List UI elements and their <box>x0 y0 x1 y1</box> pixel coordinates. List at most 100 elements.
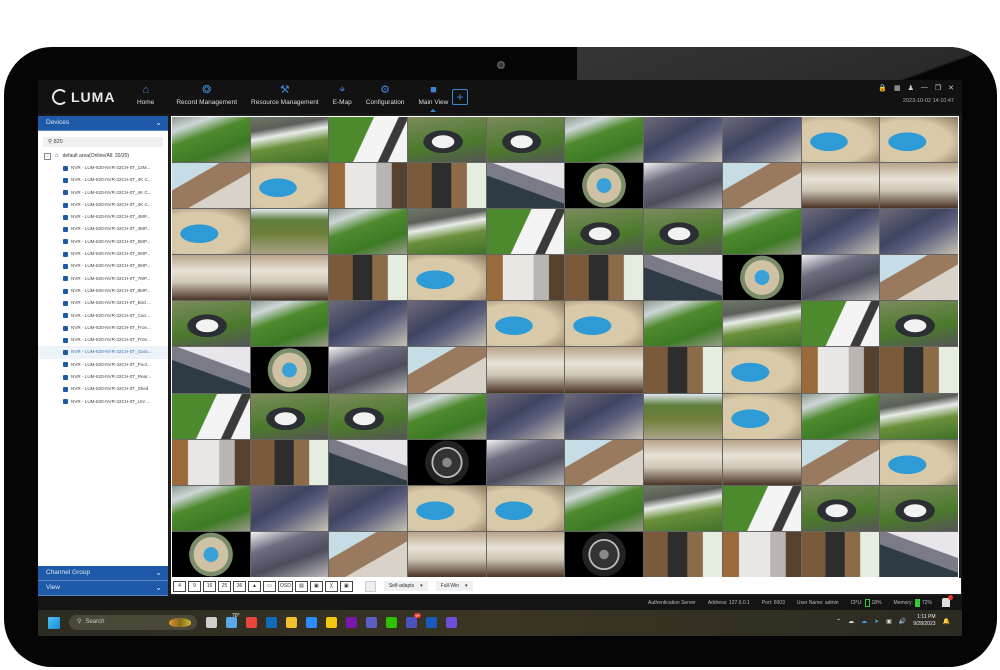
camera-tile-pool[interactable] <box>486 485 565 531</box>
camera-tile-lawn[interactable] <box>565 485 644 531</box>
camera-tile-cluttered[interactable] <box>486 439 565 485</box>
camera-tile-room[interactable] <box>880 163 958 209</box>
device-search-input[interactable]: ⚲ 820 <box>43 137 163 147</box>
fullscreen-icon[interactable]: ▭ <box>263 580 276 592</box>
volume-icon[interactable]: 🔊 <box>899 618 906 625</box>
collapse-toggle-icon[interactable]: − <box>44 153 51 160</box>
device-item[interactable]: NVR - LUM-820-NVR-32CH-0T_7MP... <box>38 273 168 285</box>
camera-tile-pool[interactable] <box>565 301 644 347</box>
tree-root-default-area[interactable]: − ⌂ default area(Online/All: 20/20) <box>38 151 168 162</box>
device-item[interactable]: NVR - LUM-820-NVR-32CH-0T_Unr ... <box>38 396 168 408</box>
device-item[interactable]: NVR - LUM-820-NVR-32CH-0T_4MP... <box>38 211 168 223</box>
camera-tile-lawn[interactable] <box>329 209 408 255</box>
camera-tile-shed[interactable] <box>722 531 801 577</box>
file-explorer-app-icon[interactable] <box>286 617 297 628</box>
device-item[interactable]: NVR - LUM-820-NVR-32CH-0T_Rear... <box>38 371 168 383</box>
camera-tile-patio[interactable] <box>329 485 408 531</box>
camera-tile-pool[interactable] <box>408 255 486 301</box>
camera-tile-pool[interactable] <box>408 485 486 531</box>
camera-tile-lawn[interactable] <box>250 301 329 347</box>
camera-tile-lawn[interactable] <box>722 209 801 255</box>
camera-tile-cluttered[interactable] <box>329 347 408 393</box>
nav-item-resource-management[interactable]: ⚒ Resource Management <box>247 84 323 106</box>
camera-tile-room[interactable] <box>486 347 565 393</box>
camera-tile-patio[interactable] <box>486 393 565 439</box>
wechat-app-icon[interactable] <box>386 617 397 628</box>
camera-tile-car[interactable] <box>880 485 958 531</box>
camera-tile-shed[interactable] <box>172 439 250 485</box>
chrome-app-icon[interactable] <box>246 617 257 628</box>
camera-tile-drive[interactable] <box>644 485 722 531</box>
camera-tile-car[interactable] <box>644 209 722 255</box>
camera-tile-fish[interactable] <box>250 347 329 393</box>
camera-tile-gate[interactable] <box>644 347 722 393</box>
camera-tile-room[interactable] <box>486 531 565 577</box>
notification-bell-icon[interactable]: 🔔 <box>943 618 950 625</box>
device-item[interactable]: NVR - LUM-820-NVR-32CH-0T_4MP... <box>38 223 168 235</box>
power-bi-app-icon[interactable] <box>326 617 337 628</box>
camera-tile-yard[interactable] <box>250 209 329 255</box>
osd-icon[interactable]: OSD <box>278 580 293 592</box>
aspect-select[interactable]: Self-adapts ▾ <box>383 581 428 591</box>
camera-tile-side[interactable] <box>801 301 880 347</box>
camera-tile-lawn[interactable] <box>172 485 250 531</box>
word-app-icon[interactable] <box>426 617 437 628</box>
camera-tile-lawn[interactable] <box>408 393 486 439</box>
camera-tile-car[interactable] <box>565 209 644 255</box>
device-item[interactable]: NVR - LUM-820-NVR-32CH-0T_Gara... <box>38 346 168 359</box>
camera-tile-side[interactable] <box>329 117 408 163</box>
restore-icon[interactable]: ❐ <box>935 84 941 92</box>
camera-tile-room[interactable] <box>644 439 722 485</box>
camera-tile-lawn[interactable] <box>644 301 722 347</box>
camera-tile-drive[interactable] <box>880 393 958 439</box>
camera-tile-umb[interactable] <box>644 255 722 301</box>
camera-tile-cluttered[interactable] <box>644 163 722 209</box>
camera-tile-car[interactable] <box>172 301 250 347</box>
camera-tile-gate[interactable] <box>329 255 408 301</box>
camera-tile-drive[interactable] <box>408 209 486 255</box>
camera-tile-patio[interactable] <box>880 209 958 255</box>
taskbar-clock[interactable]: 1:11 PM 9/28/2023 <box>913 614 935 628</box>
camera-tile-fish[interactable] <box>722 255 801 301</box>
device-item[interactable]: NVR - LUM-820-NVR-32CH-0T_Bird ... <box>38 297 168 309</box>
camera-tile-room[interactable] <box>172 255 250 301</box>
nav-item-main-view[interactable]: ■ Main View <box>414 84 452 112</box>
camera-tile-room[interactable] <box>565 347 644 393</box>
camera-tile-car[interactable] <box>329 393 408 439</box>
device-item[interactable]: NVR - LUM-820-NVR-32CH-0T_8MP... <box>38 285 168 297</box>
camera-tile-pool[interactable] <box>880 439 958 485</box>
device-item[interactable]: NVR - LUM-820-NVR-32CH-0T_Pool... <box>38 359 168 371</box>
device-item[interactable]: NVR - LUM-820-NVR-32CH-0T_12M... <box>38 162 168 174</box>
camera-tile-umb[interactable] <box>172 347 250 393</box>
layout-16-button[interactable]: 16 <box>203 580 216 592</box>
camera-tile-room[interactable] <box>408 531 486 577</box>
camera-tile-patio[interactable] <box>722 117 801 163</box>
camera-tile-pool[interactable] <box>801 117 880 163</box>
camera-tile-umb[interactable] <box>486 163 565 209</box>
alarm-bell-icon[interactable] <box>942 595 953 607</box>
device-item[interactable]: NVR - LUM-820-NVR-32CH-0T_5MP... <box>38 248 168 260</box>
cortana-app-icon[interactable] <box>446 617 457 628</box>
nav-item-configuration[interactable]: ⚙ Configuration <box>362 84 409 106</box>
device-item[interactable]: NVR - LUM-820-NVR-32CH-0T_4K C... <box>38 174 168 186</box>
device-item[interactable]: NVR - LUM-820-NVR-32CH-0T_6MP... <box>38 260 168 272</box>
layout-9-button[interactable]: 9 <box>188 580 201 592</box>
camera-tile-car[interactable] <box>880 301 958 347</box>
network-icon[interactable]: ▣ <box>886 618 892 625</box>
camera-tile-shed[interactable] <box>486 255 565 301</box>
camera-tile-car[interactable] <box>486 117 565 163</box>
device-item[interactable]: NVR - LUM-820-NVR-32CH-0T_Fron... <box>38 322 168 334</box>
chevron-up-icon[interactable]: ⌃ <box>836 618 841 625</box>
teams-work-app-icon[interactable]: 9+ <box>406 613 421 628</box>
layout-36-button[interactable]: 36 <box>233 580 246 592</box>
camera-tile-yard[interactable] <box>644 393 722 439</box>
device-item[interactable]: NVR - LUM-820-NVR-32CH-0T_Can... <box>38 310 168 322</box>
camera-tile-corner[interactable] <box>408 347 486 393</box>
nav-item-e-map[interactable]: ⌖ E-Map <box>329 84 356 106</box>
camera-tile-pool[interactable] <box>722 347 801 393</box>
close-all-icon[interactable]: ╳ <box>324 580 338 592</box>
onenote-app-icon[interactable] <box>346 617 357 628</box>
camera-tile-umb[interactable] <box>329 439 408 485</box>
camera-tile-lawn[interactable] <box>565 117 644 163</box>
view-panel-header[interactable]: View ⌄ <box>38 581 168 596</box>
